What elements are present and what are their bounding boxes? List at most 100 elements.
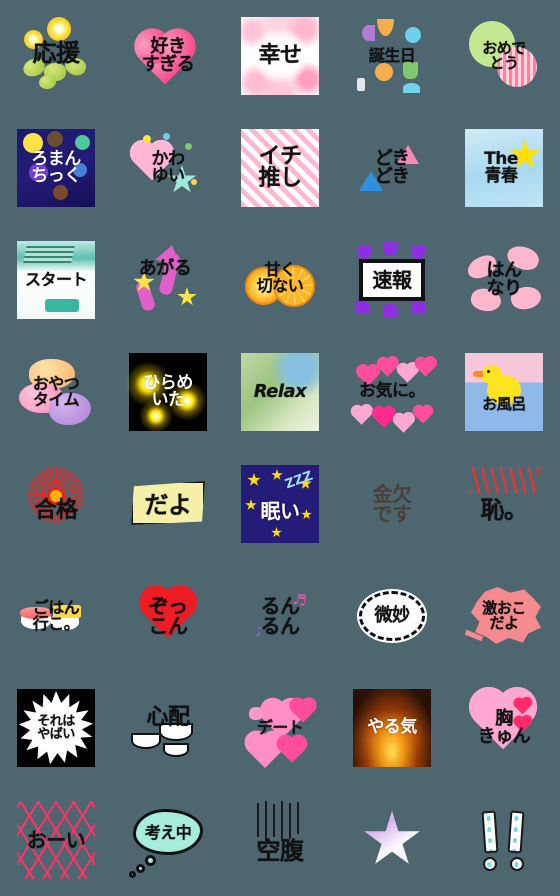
dot-icon bbox=[143, 135, 151, 143]
sticker-cell[interactable]: おやつ タイム bbox=[0, 336, 112, 448]
sticker-cell[interactable]: ぞっ こん bbox=[112, 560, 224, 672]
duck-eye bbox=[487, 370, 490, 373]
exclamation-bar bbox=[481, 810, 499, 854]
sticker-label: はん なり bbox=[486, 259, 523, 299]
sticker-cell[interactable]: The 青春 bbox=[448, 112, 560, 224]
sticker-tanjoubi: 誕生日 bbox=[353, 17, 431, 95]
sticker-cell[interactable]: ♬ ♪ るん るん bbox=[224, 560, 336, 672]
sticker-dayo: だよ bbox=[129, 465, 207, 543]
heart-icon bbox=[279, 737, 305, 763]
sticker-cell[interactable]: 考え中 bbox=[112, 784, 224, 896]
sticker-suki-sugiru: 好き すぎる bbox=[129, 17, 207, 95]
sticker-cell[interactable]: イチ 推し bbox=[224, 112, 336, 224]
depress-line bbox=[273, 804, 275, 837]
sticker-cell[interactable]: はん なり bbox=[448, 224, 560, 336]
sticker-star bbox=[353, 801, 431, 879]
sticker-cell[interactable] bbox=[448, 784, 560, 896]
sticker-zokkon: ぞっ こん bbox=[129, 577, 207, 655]
sticker-oyatsu-taimu: おやつ タイム bbox=[17, 353, 95, 431]
sticker-cell[interactable]: あがる bbox=[112, 224, 224, 336]
track-lines bbox=[23, 245, 75, 263]
sticker-sokuhou: 速報 bbox=[353, 241, 431, 319]
sticker-label: The 青春 bbox=[484, 148, 518, 186]
sticker-cell[interactable]: おめで とう bbox=[448, 0, 560, 112]
sticker-label: イチ 推し bbox=[258, 143, 302, 191]
sticker-cell[interactable]: Relax bbox=[224, 336, 336, 448]
depress-line bbox=[281, 801, 283, 841]
sticker-ooi: おーい bbox=[17, 801, 95, 879]
sticker-label: ぞっ こん bbox=[148, 593, 189, 638]
confetti-dot bbox=[377, 19, 394, 36]
sticker-cell[interactable]: 心配 bbox=[112, 672, 224, 784]
sticker-cell[interactable]: それは やばい bbox=[0, 672, 112, 784]
sticker-cell[interactable]: かわ ゆい bbox=[112, 112, 224, 224]
sticker-cell[interactable]: お気に。 bbox=[336, 336, 448, 448]
finish-block bbox=[45, 299, 79, 312]
sticker-cell[interactable]: やる気 bbox=[336, 672, 448, 784]
sticker-amaku-setsunai: 甘く 切ない bbox=[241, 241, 319, 319]
heart-icon bbox=[416, 358, 435, 377]
heart-icon bbox=[374, 408, 394, 428]
sticker-label: かわ ゆい bbox=[151, 148, 186, 186]
sticker-cell[interactable]: だよ bbox=[112, 448, 224, 560]
sticker-label: Relax bbox=[253, 380, 307, 402]
sticker-cell[interactable]: 胸 きゅん bbox=[448, 672, 560, 784]
sticker-cell[interactable]: デート bbox=[224, 672, 336, 784]
sticker-cell[interactable]: ごはん 行こ。 bbox=[0, 560, 112, 672]
sticker-hirameita: ひらめ いた bbox=[125, 353, 207, 433]
heart-icon bbox=[378, 358, 397, 377]
purple-blob bbox=[383, 242, 397, 256]
sticker-grid: 応援 好き すぎる 幸せ 誕生日 おめで とう ろまん ちっく かわ ゆい イチ… bbox=[0, 0, 560, 896]
sticker-cell[interactable]: 空腹 bbox=[224, 784, 336, 896]
sticker-cell[interactable]: ろまん ちっく bbox=[0, 112, 112, 224]
sticker-label: スタート bbox=[24, 269, 88, 289]
duck-head bbox=[481, 365, 502, 384]
sticker-hannari: はん なり bbox=[464, 241, 543, 319]
sticker-cell[interactable]: 金欠 です bbox=[336, 448, 448, 560]
sticker-cell[interactable]: 好き すぎる bbox=[112, 0, 224, 112]
sticker-cell[interactable]: 幸せ bbox=[224, 0, 336, 112]
purple-blob bbox=[411, 245, 425, 259]
sticker-label: 幸せ bbox=[258, 42, 302, 68]
thought-dot bbox=[136, 864, 145, 873]
thought-dot bbox=[145, 855, 156, 866]
sticker-mune-kyun: 胸 きゅん bbox=[465, 689, 543, 767]
sticker-cell[interactable]: ひらめ いた bbox=[112, 336, 224, 448]
sparkle-icon bbox=[177, 287, 197, 306]
sticker-label: ろまん ちっく bbox=[31, 148, 81, 186]
sticker-cell[interactable]: おーい bbox=[0, 784, 112, 896]
sticker-cell[interactable]: ZZZ 眠い bbox=[224, 448, 336, 560]
sticker-cell[interactable]: どき どき bbox=[336, 112, 448, 224]
sticker-exclamations bbox=[465, 801, 543, 879]
sticker-label: 心配 bbox=[146, 704, 190, 730]
dot-icon bbox=[191, 179, 197, 185]
sticker-cell[interactable]: 激おこ だよ bbox=[448, 560, 560, 672]
sticker-label: あがる bbox=[138, 257, 192, 279]
heart-icon bbox=[352, 406, 371, 425]
confetti-dot bbox=[362, 25, 375, 41]
sticker-label: おーい bbox=[26, 827, 86, 852]
sticker-ichi-oshi: イチ 推し bbox=[241, 129, 319, 207]
sticker-cell[interactable]: 応援 bbox=[0, 0, 112, 112]
sticker-deeto: デート bbox=[241, 689, 319, 768]
sticker-cell[interactable]: 合格 bbox=[0, 448, 112, 560]
sticker-cell[interactable]: 微妙 bbox=[336, 560, 448, 672]
star-icon bbox=[364, 811, 420, 864]
sticker-cell[interactable]: 誕生日 bbox=[336, 0, 448, 112]
sticker-okini: お気に。 bbox=[352, 353, 435, 433]
sticker-cell[interactable]: 甘く 切ない bbox=[224, 224, 336, 336]
sticker-label: お風呂 bbox=[482, 395, 526, 414]
sticker-label: 応援 bbox=[32, 38, 81, 67]
exclamation-dot bbox=[483, 857, 497, 871]
sticker-cell[interactable]: 恥。 bbox=[448, 448, 560, 560]
sticker-cell[interactable]: スタート bbox=[0, 224, 112, 336]
sticker-cell[interactable]: 速報 bbox=[336, 224, 448, 336]
sticker-doki-doki: どき どき bbox=[353, 129, 431, 207]
leaf-icon bbox=[38, 73, 57, 91]
confetti-dot bbox=[405, 27, 421, 43]
sticker-cell[interactable] bbox=[336, 784, 448, 896]
heart-icon bbox=[414, 406, 432, 424]
sticker-label: どき どき bbox=[374, 147, 410, 187]
sticker-label: ごはん 行こ。 bbox=[32, 597, 80, 633]
sticker-cell[interactable]: お風呂 bbox=[448, 336, 560, 448]
